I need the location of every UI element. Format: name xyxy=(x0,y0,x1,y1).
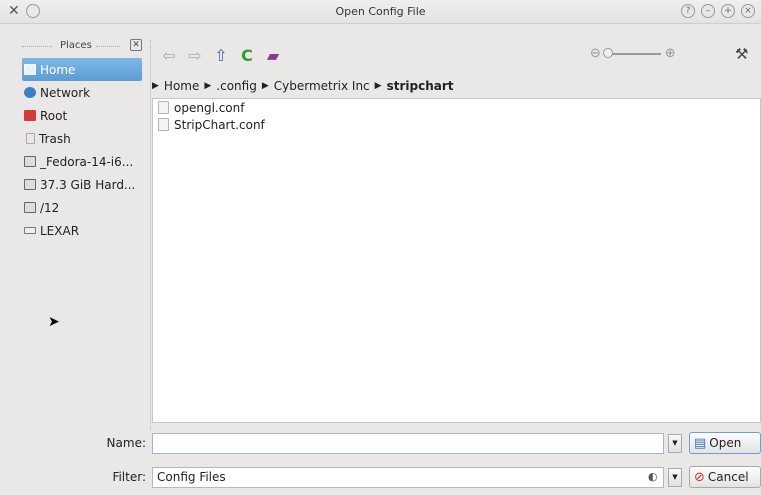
filter-label: Filter: xyxy=(112,470,146,484)
breadcrumb-item[interactable]: Home xyxy=(164,79,199,93)
list-item[interactable]: StripChart.conf xyxy=(153,116,760,133)
places-header-label: Places xyxy=(60,40,92,51)
up-arrow-icon[interactable]: ⇧ xyxy=(212,47,230,65)
name-history-dropdown[interactable]: ▼ xyxy=(668,434,682,453)
forward-arrow-icon[interactable]: ⇨ xyxy=(186,47,204,65)
trash-icon xyxy=(26,133,35,144)
zoom-in-icon[interactable]: ⊕ xyxy=(665,46,676,61)
file-name: opengl.conf xyxy=(174,100,245,115)
place-item-lexar[interactable]: LEXAR xyxy=(16,219,150,242)
place-label: _Fedora-14-i6... xyxy=(40,154,134,169)
place-item-root[interactable]: Root xyxy=(16,104,150,127)
place-label: Home xyxy=(40,62,76,77)
places-header: Places ✕ xyxy=(16,38,150,58)
breadcrumb: ▶ Home ▶ .config ▶ Cybermetrix Inc ▶ str… xyxy=(152,79,454,93)
text-file-icon xyxy=(158,118,169,131)
reload-icon[interactable]: C xyxy=(238,47,256,65)
file-name: StripChart.conf xyxy=(174,117,265,132)
open-button-label: Open xyxy=(709,436,742,450)
place-label: Trash xyxy=(39,131,71,146)
breadcrumb-item[interactable]: Cybermetrix Inc xyxy=(274,79,370,93)
root-folder-icon xyxy=(24,110,36,121)
hard-drive-icon xyxy=(24,179,36,190)
name-label: Name: xyxy=(106,436,146,450)
usb-drive-icon xyxy=(24,227,36,234)
place-label: 37.3 GiB Hard... xyxy=(40,177,136,192)
breadcrumb-current[interactable]: stripchart xyxy=(387,79,454,93)
open-icon: ▤ xyxy=(694,435,707,451)
place-item-trash[interactable]: Trash xyxy=(16,127,150,150)
place-item-12[interactable]: /12 xyxy=(16,196,150,219)
text-file-icon xyxy=(158,101,169,114)
zoom-out-icon[interactable]: ⊖ xyxy=(590,46,601,61)
tools-wrench-icon[interactable]: ⚒ xyxy=(735,45,748,63)
place-label: Root xyxy=(40,108,68,123)
filter-dropdown[interactable]: ▼ xyxy=(668,468,682,487)
cancel-icon: ⊘ xyxy=(694,469,705,485)
name-input[interactable] xyxy=(152,433,664,454)
places-panel: Places ✕ Home Network Root Trash _Fedora… xyxy=(16,38,150,423)
shade-button[interactable]: × xyxy=(741,4,755,18)
drive-icon xyxy=(24,156,36,167)
help-button[interactable]: ? xyxy=(681,4,695,18)
network-globe-icon xyxy=(24,87,36,98)
zoom-slider[interactable]: ⊖ ⊕ xyxy=(590,46,676,61)
place-item-hard-drive[interactable]: 37.3 GiB Hard... xyxy=(16,173,150,196)
new-folder-icon[interactable]: ▰ xyxy=(264,47,282,65)
back-arrow-icon[interactable]: ⇦ xyxy=(160,47,178,65)
window-title: Open Config File xyxy=(335,5,426,18)
place-label: /12 xyxy=(40,200,60,215)
filter-combo[interactable]: Config Files xyxy=(152,467,664,488)
drive-icon xyxy=(24,202,36,213)
place-item-fedora[interactable]: _Fedora-14-i6... xyxy=(16,150,150,173)
maximize-button[interactable]: + xyxy=(721,4,735,18)
breadcrumb-item[interactable]: .config xyxy=(216,79,257,93)
places-close-icon[interactable]: ✕ xyxy=(130,39,142,51)
title-bar: ✕ Open Config File ? – + × xyxy=(0,0,761,24)
place-item-network[interactable]: Network xyxy=(16,81,150,104)
breadcrumb-root-arrow-icon[interactable]: ▶ xyxy=(152,81,159,91)
cancel-button-label: Cancel xyxy=(707,470,749,484)
zoom-slider-handle[interactable] xyxy=(602,47,613,58)
cancel-button[interactable]: ⊘ Cancel xyxy=(689,466,761,488)
mouse-cursor-icon: ➤ xyxy=(48,314,60,330)
clear-filter-icon[interactable]: ◐ xyxy=(648,470,658,483)
home-folder-icon xyxy=(24,64,36,75)
place-label: LEXAR xyxy=(40,223,80,238)
place-item-home[interactable]: Home xyxy=(22,58,142,81)
breadcrumb-separator-icon[interactable]: ▶ xyxy=(204,81,211,91)
minimize-button[interactable]: – xyxy=(701,4,715,18)
open-button[interactable]: ▤ Open xyxy=(689,432,761,454)
toolbar: ⇦ ⇨ ⇧ C ▰ xyxy=(160,46,282,66)
list-item[interactable]: opengl.conf xyxy=(153,99,760,116)
file-list[interactable]: opengl.conf StripChart.conf xyxy=(152,98,761,423)
breadcrumb-separator-icon[interactable]: ▶ xyxy=(375,81,382,91)
place-label: Network xyxy=(40,85,91,100)
breadcrumb-separator-icon[interactable]: ▶ xyxy=(262,81,269,91)
